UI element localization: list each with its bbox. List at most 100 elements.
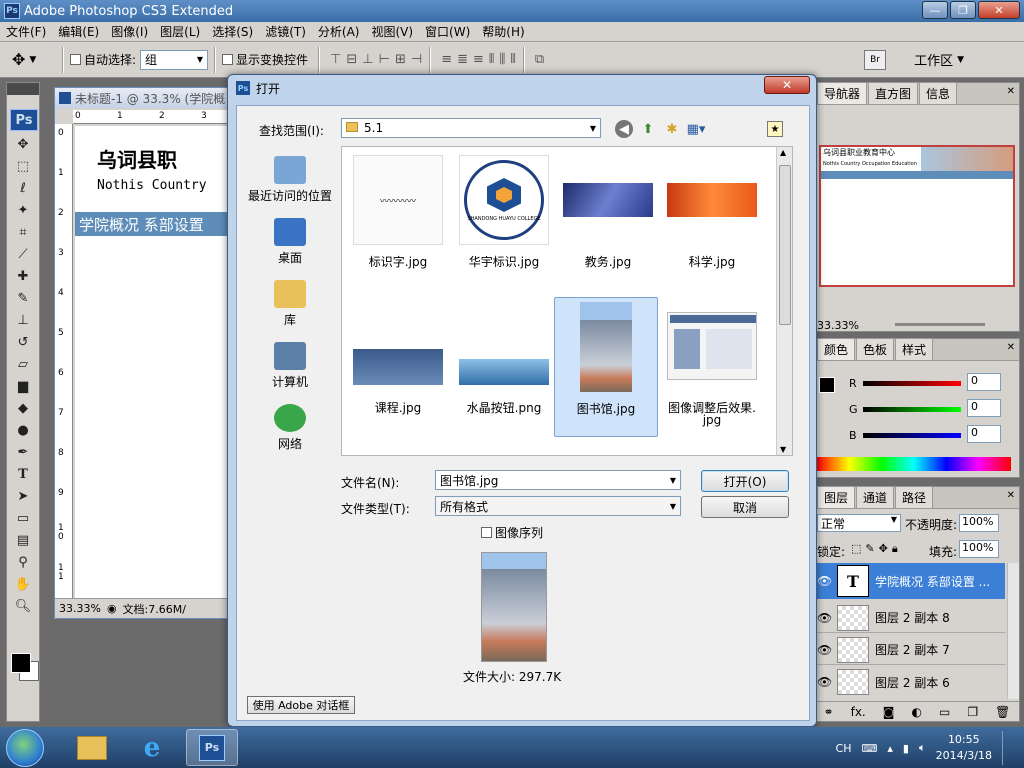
minimize-button[interactable]: — (922, 1, 948, 19)
document-title-bar[interactable]: 未标题-1 @ 33.3% (学院概 (55, 88, 229, 108)
open-button[interactable]: 打开(O) (701, 470, 789, 492)
menu-edit[interactable]: 编辑(E) (52, 23, 105, 40)
magic-wand-tool-icon[interactable]: ✦ (7, 199, 39, 221)
show-transform-checkbox[interactable]: 显示变换控件 (222, 51, 308, 68)
opacity-input[interactable]: 100% (959, 514, 999, 532)
tool-preset-picker[interactable]: ✥ ▼ (12, 46, 56, 74)
blend-mode-select[interactable]: 正常 ▼ (817, 514, 901, 532)
hand-tool-icon[interactable]: ✋ (7, 573, 39, 595)
keyboard-icon[interactable]: ⌨ (862, 742, 878, 755)
align-bottom-icon[interactable]: ⊥ (362, 52, 374, 67)
layer-row[interactable]: 👁︎ T 学院概况 系部设置 ... (817, 563, 1005, 599)
up-folder-icon[interactable]: ⬆ (639, 120, 657, 138)
layer-row[interactable]: 👁︎ 图层 2 副本 8 (817, 603, 1005, 633)
place-recent[interactable]: 最近访问的位置 (245, 146, 335, 208)
layer-row[interactable]: 👁︎ 图层 2 副本 7 (817, 635, 1005, 665)
fill-input[interactable]: 100% (959, 540, 999, 558)
eye-icon[interactable]: 👁︎ (817, 675, 832, 689)
menu-view[interactable]: 视图(V) (365, 23, 419, 40)
filename-input[interactable]: 图书馆.jpg ▼ (435, 470, 681, 490)
close-icon[interactable]: ✕ (1007, 86, 1015, 97)
file-item[interactable]: 课程.jpg (346, 297, 450, 437)
filetype-select[interactable]: 所有格式 ▼ (435, 496, 681, 516)
file-item[interactable]: 图像调整后效果. jpg (660, 297, 764, 437)
place-desktop[interactable]: 桌面 (245, 208, 335, 270)
scroll-thumb[interactable] (779, 165, 791, 325)
file-item-selected[interactable]: 图书馆.jpg (554, 297, 658, 437)
place-library[interactable]: 库 (245, 270, 335, 332)
group-icon[interactable]: ▭ (939, 705, 950, 719)
marquee-tool-icon[interactable]: ⬚ (7, 155, 39, 177)
tab-layers[interactable]: 图层 (817, 486, 856, 508)
image-sequence-checkbox[interactable]: 图像序列 (481, 524, 543, 541)
bridge-button[interactable]: Br (864, 50, 886, 70)
blue-slider[interactable] (863, 433, 961, 438)
move-tool-icon[interactable]: ✥ (7, 133, 39, 155)
distribute-vcenter-icon[interactable]: ≣ (457, 52, 469, 67)
green-value-input[interactable]: 0 (967, 399, 1001, 417)
menu-analysis[interactable]: 分析(A) (312, 23, 366, 40)
favorite-star-icon[interactable]: ★ (767, 121, 783, 137)
scroll-up-icon[interactable]: ▲ (780, 148, 786, 157)
zoom-tool-icon[interactable]: 🔍︎ (7, 595, 39, 617)
menu-file[interactable]: 文件(F) (0, 23, 52, 40)
menu-filter[interactable]: 滤镜(T) (259, 23, 312, 40)
menu-layer[interactable]: 图层(L) (154, 23, 206, 40)
tab-navigator[interactable]: 导航器 (817, 82, 868, 104)
distribute-top-icon[interactable]: ≡ (441, 52, 453, 67)
pen-tool-icon[interactable]: ✒ (7, 441, 39, 463)
cancel-button[interactable]: 取消 (701, 496, 789, 518)
auto-select-dropdown[interactable]: 组 ▼ (140, 49, 209, 70)
tab-color[interactable]: 颜色 (817, 338, 856, 360)
align-left-icon[interactable]: ⊢ (379, 52, 391, 67)
auto-align-button[interactable]: ⧉ (535, 52, 545, 67)
auto-select-checkbox[interactable]: 自动选择: (70, 51, 136, 68)
color-spectrum-bar[interactable] (817, 457, 1011, 471)
tab-swatches[interactable]: 色板 (856, 338, 895, 360)
file-item[interactable]: SHANDONG HUAYU COLLEGE 华宇标识.jpg (452, 151, 556, 291)
tray-arrow-icon[interactable]: ▴ (887, 742, 893, 755)
close-icon[interactable]: ✕ (1007, 490, 1015, 501)
crop-tool-icon[interactable]: ⌗ (7, 221, 39, 243)
stamp-tool-icon[interactable]: ⊥ (7, 309, 39, 331)
restore-button[interactable]: ❐ (950, 1, 976, 19)
lookin-dropdown[interactable]: 5.1 ▼ (341, 118, 601, 138)
scroll-down-icon[interactable]: ▼ (780, 445, 786, 454)
distribute-buttons[interactable]: ≡ ≣ ≡ ⫴ ⫼ ⫴ (441, 52, 517, 67)
menu-image[interactable]: 图像(I) (105, 23, 154, 40)
taskbar-photoshop[interactable]: Ps (186, 729, 238, 766)
view-menu-icon[interactable]: ▦▾ (687, 120, 706, 138)
distribute-left-icon[interactable]: ⫴ (489, 52, 495, 67)
lasso-tool-icon[interactable]: ℓ (7, 177, 39, 199)
new-layer-icon[interactable]: ❐ (967, 705, 978, 719)
blue-value-input[interactable]: 0 (967, 425, 1001, 443)
notes-tool-icon[interactable]: ▤ (7, 529, 39, 551)
adjustment-icon[interactable]: ◐ (911, 705, 921, 719)
tools-panel-header[interactable] (7, 83, 39, 95)
workspace-button[interactable]: 工作区 ▼ (914, 50, 964, 69)
type-tool-icon[interactable]: T (7, 463, 39, 485)
dialog-title-bar[interactable]: Ps 打开 (228, 75, 816, 101)
zoom-level[interactable]: 33.33% (59, 602, 101, 615)
file-item[interactable]: 教务.jpg (556, 151, 660, 291)
red-value-input[interactable]: 0 (967, 373, 1001, 391)
link-icon[interactable]: ⚭ (824, 705, 834, 719)
trash-icon[interactable]: 🗑︎ (995, 705, 1010, 719)
close-icon[interactable]: ✕ (1007, 342, 1015, 353)
align-hcenter-icon[interactable]: ⊞ (395, 52, 407, 67)
distribute-hcenter-icon[interactable]: ⫼ (499, 52, 506, 67)
navigator-zoom[interactable]: 33.33% (817, 319, 859, 332)
show-desktop-button[interactable] (1002, 731, 1016, 765)
menu-help[interactable]: 帮助(H) (476, 23, 530, 40)
auto-align-icon[interactable]: ⧉ (535, 52, 545, 67)
eye-icon[interactable]: 👁︎ (817, 574, 832, 588)
taskbar-ie[interactable]: e (126, 729, 178, 766)
shape-tool-icon[interactable]: ▭ (7, 507, 39, 529)
fx-icon[interactable]: fx. (851, 705, 866, 719)
tab-styles[interactable]: 样式 (895, 338, 934, 360)
brush-tool-icon[interactable]: ✎ (7, 287, 39, 309)
align-right-icon[interactable]: ⊣ (411, 52, 423, 67)
green-slider[interactable] (863, 407, 961, 412)
healing-tool-icon[interactable]: ✚ (7, 265, 39, 287)
network-tray-icon[interactable]: ▮ (903, 742, 909, 755)
